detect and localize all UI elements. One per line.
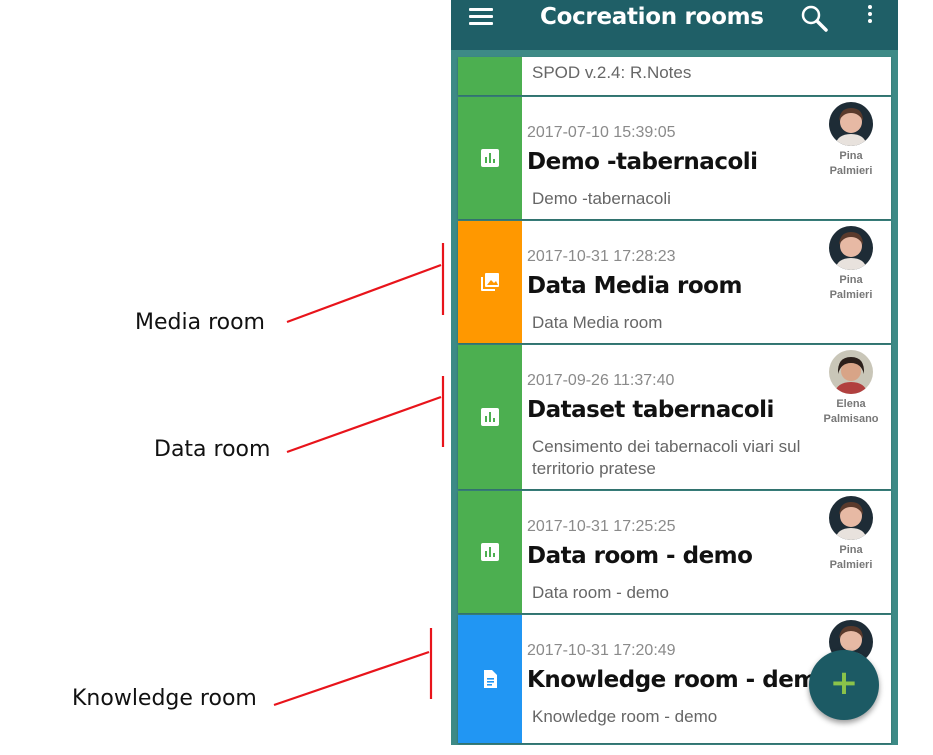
data-room-pointer: [286, 395, 442, 454]
knowledge-room-pointer: [273, 650, 430, 707]
annotation-lines: [273, 243, 445, 707]
media-room-pointer: [286, 263, 442, 324]
